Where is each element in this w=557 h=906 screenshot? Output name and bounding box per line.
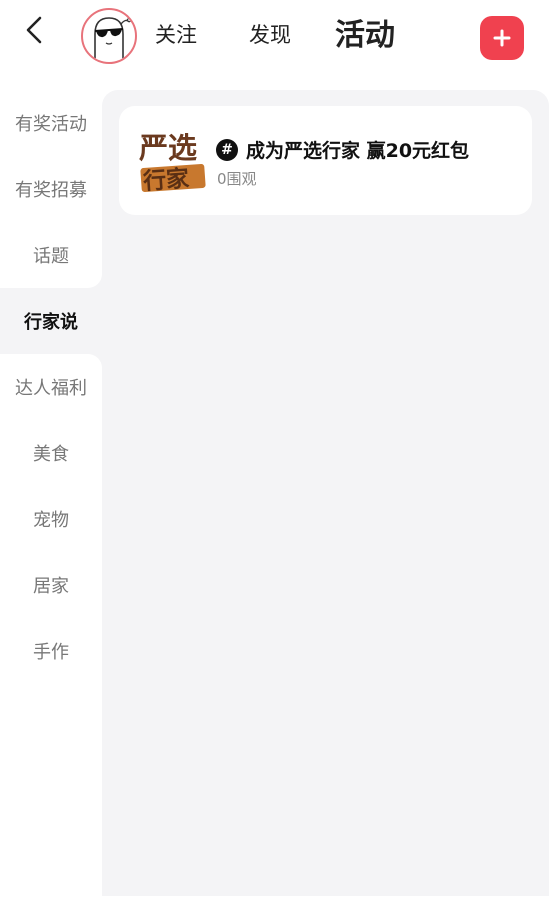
sidebar-item-expert-talk[interactable]: 行家说 [0, 288, 102, 354]
sidebar-item-food[interactable]: 美食 [0, 420, 102, 486]
sidebar-item-prize-recruit[interactable]: 有奖招募 [0, 156, 102, 222]
sidebar-item-influencer-perks[interactable]: 达人福利 [0, 354, 102, 420]
chevron-left-icon [26, 16, 42, 44]
sidebar-item-topics[interactable]: 话题 [0, 222, 102, 288]
active-item-corner-bottom [88, 354, 102, 368]
back-button[interactable] [18, 14, 50, 46]
sidebar-item-home[interactable]: 居家 [0, 552, 102, 618]
tab-discover[interactable]: 发现 [249, 20, 291, 50]
avatar[interactable] [81, 8, 137, 64]
card-title-row: # 成为严选行家 赢20元红包 [216, 136, 469, 163]
view-count: 0围观 [217, 170, 257, 188]
hashtag-icon: # [216, 138, 238, 161]
active-item-corner-top [88, 274, 102, 288]
tab-activity[interactable]: 活动 [335, 16, 395, 56]
svg-text:行家: 行家 [141, 165, 190, 195]
content-panel: 严选 行家 # 成为严选行家 赢20元红包 0围观 [102, 90, 549, 896]
category-sidebar: 有奖活动 有奖招募 话题 行家说 达人福利 美食 宠物 居家 手作 [0, 90, 102, 906]
tab-follow[interactable]: 关注 [155, 20, 197, 50]
ghost-avatar-icon [94, 16, 133, 60]
sidebar-item-handmade[interactable]: 手作 [0, 618, 102, 684]
sidebar-item-pets[interactable]: 宠物 [0, 486, 102, 552]
card-title: 成为严选行家 赢20元红包 [246, 140, 470, 162]
top-header: 关注 发现 活动 [0, 0, 557, 80]
add-post-button[interactable] [480, 16, 524, 60]
svg-text:严选: 严选 [139, 131, 197, 165]
plus-icon [493, 29, 511, 47]
yanxuan-expert-logo: 严选 行家 [139, 131, 206, 195]
sidebar-item-prize-activities[interactable]: 有奖活动 [0, 90, 102, 156]
topic-card[interactable]: 严选 行家 # 成为严选行家 赢20元红包 0围观 [119, 106, 532, 215]
